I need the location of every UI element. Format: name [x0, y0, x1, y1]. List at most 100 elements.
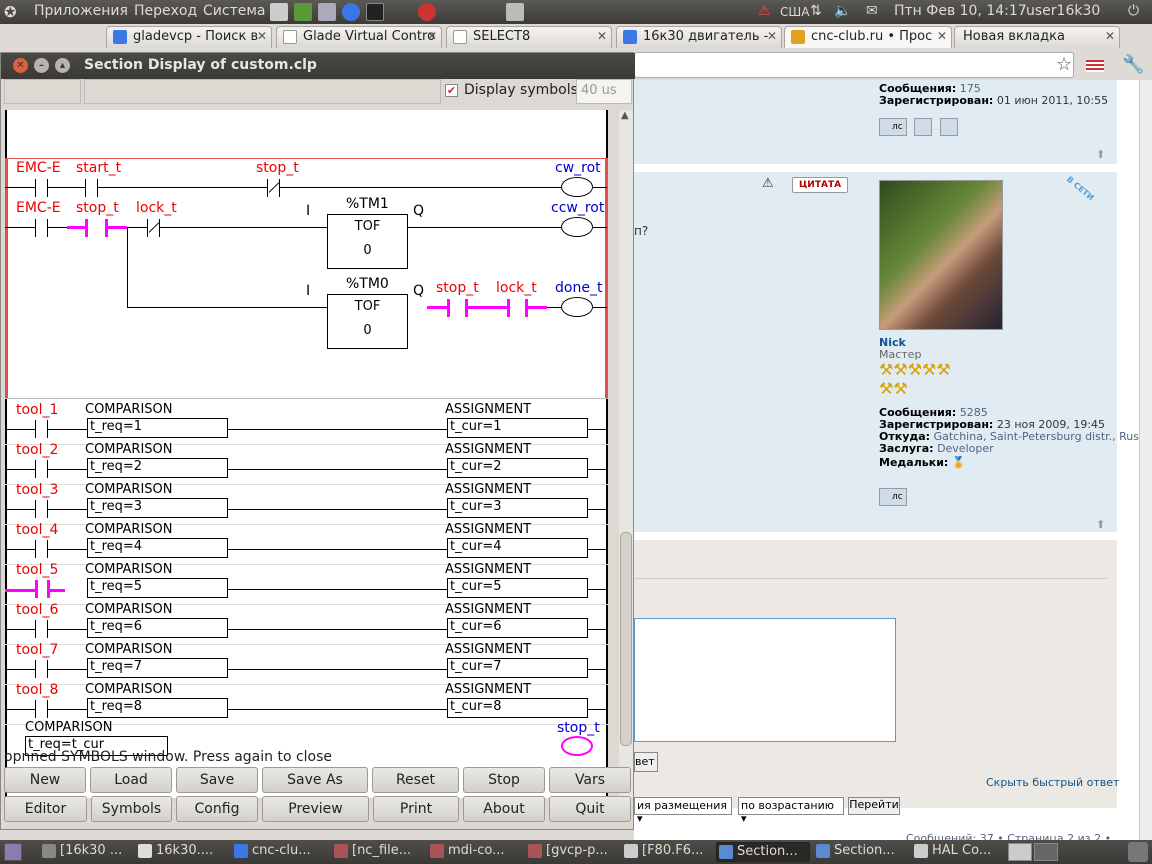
trash-icon[interactable] — [1128, 842, 1148, 862]
taskbar-item[interactable]: Section... — [716, 842, 810, 862]
submit-button[interactable]: вет — [634, 752, 658, 772]
taskbar-item[interactable]: [gvcp-p... — [526, 842, 620, 862]
star-icon[interactable]: ☆ — [1056, 54, 1072, 75]
settings-launcher-icon[interactable] — [318, 3, 336, 21]
taskbar-item[interactable]: 16k30.... — [136, 842, 230, 862]
skype-icon[interactable] — [940, 118, 958, 136]
editor-launcher-icon[interactable] — [270, 3, 288, 21]
reply-textarea[interactable] — [634, 618, 896, 742]
assignment-title: ASSIGNMENT — [445, 522, 532, 537]
load-button[interactable]: Load — [90, 767, 172, 793]
download-icon[interactable] — [506, 3, 524, 21]
taskbar-item[interactable]: cnc-clu... — [232, 842, 326, 862]
sort-order-select[interactable]: по возрастанию ▾ — [738, 797, 844, 825]
show-desktop-icon[interactable] — [4, 843, 22, 861]
rung-highlight — [5, 158, 608, 398]
ladder-scrollbar[interactable]: ▲ ▼ — [619, 110, 633, 798]
tab-select8[interactable]: SELECT8 ✕ — [446, 26, 612, 48]
vars-button[interactable]: Vars — [549, 767, 631, 793]
page-scrollbar[interactable] — [1139, 80, 1152, 840]
app-icon — [234, 844, 248, 858]
icq-icon[interactable] — [914, 118, 932, 136]
hide-quick-reply-link[interactable]: Скрыть быстрый ответ — [986, 776, 1119, 789]
menu-applications[interactable]: Приложения — [34, 3, 128, 19]
user-name[interactable]: user16k30 — [1026, 3, 1100, 19]
sort-field-select[interactable]: ия размещения ▾ — [634, 797, 732, 825]
save-button[interactable]: Save — [176, 767, 258, 793]
taskbar-item[interactable]: [nc_file... — [332, 842, 426, 862]
workspace-1[interactable] — [1008, 843, 1032, 861]
taskbar-item[interactable]: [F80.F6... — [622, 842, 716, 862]
mail-icon[interactable]: ✉ — [866, 3, 878, 19]
taskbar-item[interactable]: [16k30 ... — [40, 842, 134, 862]
reset-button[interactable]: Reset — [372, 767, 459, 793]
network-icon[interactable]: ⇅ — [810, 3, 822, 19]
contact-active — [85, 219, 88, 237]
report-icon[interactable]: ⚠ — [762, 176, 774, 191]
window-titlebar[interactable]: ✕ – ▴ Section Display of custom.clp — [1, 53, 635, 79]
menu-system[interactable]: Система — [203, 3, 265, 19]
terminal-launcher-icon[interactable] — [366, 3, 384, 21]
workspace-2[interactable] — [1034, 843, 1058, 861]
preview-button[interactable]: Preview — [262, 796, 369, 822]
clock[interactable]: Птн Фев 10, 14:17 — [894, 3, 1027, 19]
stop-icon[interactable] — [418, 3, 436, 21]
maximize-icon[interactable]: ▴ — [55, 58, 70, 73]
calc-launcher-icon[interactable] — [294, 3, 312, 21]
quit-button[interactable]: Quit — [549, 796, 631, 822]
ubuntu-logo-icon[interactable]: ✪ — [4, 3, 17, 21]
about-button[interactable]: About — [463, 796, 545, 822]
menu-places[interactable]: Переход — [134, 3, 197, 19]
new-button[interactable]: New — [4, 767, 86, 793]
display-symbols-label[interactable]: Display symbols — [464, 82, 578, 98]
pm-button[interactable]: лс — [879, 118, 907, 136]
chrome-launcher-icon[interactable] — [342, 3, 360, 21]
editor-button[interactable]: Editor — [4, 796, 87, 822]
wire — [588, 469, 607, 470]
config-button[interactable]: Config — [176, 796, 258, 822]
close-icon[interactable]: ✕ — [1105, 29, 1115, 43]
wrench-icon[interactable]: 🔧 — [1122, 54, 1144, 75]
taskbar-item[interactable]: Section... — [814, 842, 908, 862]
close-icon[interactable]: ✕ — [767, 29, 777, 43]
save-as-button[interactable]: Save As — [262, 767, 368, 793]
assignment-title: ASSIGNMENT — [445, 482, 532, 497]
tab-16k30[interactable]: 16к30 двигатель - ✕ — [616, 26, 782, 48]
coil-label: cw_rot — [555, 160, 601, 176]
close-icon[interactable]: ✕ — [597, 29, 607, 43]
taskbar-item[interactable]: mdi-co... — [428, 842, 522, 862]
symbols-button[interactable]: Symbols — [91, 796, 172, 822]
tab-new[interactable]: Новая вкладка ✕ — [954, 26, 1120, 48]
stop-button[interactable]: Stop — [463, 767, 545, 793]
pm-button[interactable]: лс — [879, 488, 907, 506]
keyboard-layout[interactable]: США — [780, 5, 809, 19]
tab-gladevcp[interactable]: gladevcp - Поиск в ✕ — [106, 26, 272, 48]
minimize-icon[interactable]: – — [34, 58, 49, 73]
volume-icon[interactable]: 🔈 — [834, 3, 851, 19]
go-button[interactable]: Перейти — [848, 797, 900, 815]
ladder-canvas[interactable]: EMC-E start_t stop_t cw_rot EMC-E stop_t… — [5, 110, 608, 798]
refresh-rate-field[interactable]: 40 us — [576, 79, 632, 104]
scroll-thumb[interactable] — [620, 532, 632, 746]
tab-glade[interactable]: Glade Virtual Contro ✕ — [276, 26, 442, 48]
top-arrow-icon[interactable]: ⬆ — [1096, 518, 1105, 531]
quote-button[interactable]: ЦИТАТА — [792, 177, 848, 193]
address-bar[interactable] — [634, 52, 1074, 78]
power-icon[interactable]: ⏻ — [1128, 3, 1139, 19]
taskbar-item[interactable]: HAL Co... — [912, 842, 1006, 862]
contact-label: tool_4 — [16, 522, 59, 538]
print-button[interactable]: Print — [373, 796, 459, 822]
contact-no — [35, 580, 38, 598]
close-icon[interactable]: ✕ — [13, 58, 28, 73]
tab-cnc-club[interactable]: cnc-club.ru • Прос ✕ — [784, 26, 952, 48]
assignment-box: t_cur=8 — [447, 698, 588, 718]
warning-icon[interactable]: ⚠ — [758, 3, 771, 19]
display-symbols-checkbox[interactable]: ✔ — [445, 84, 458, 97]
top-arrow-icon[interactable]: ⬆ — [1096, 148, 1105, 161]
close-icon[interactable]: ✕ — [937, 29, 947, 43]
close-icon[interactable]: ✕ — [257, 29, 267, 43]
scroll-up-icon[interactable]: ▲ — [621, 110, 629, 121]
post-text-fragment: п? — [634, 224, 649, 238]
close-icon[interactable]: ✕ — [427, 29, 437, 43]
flag-icon[interactable] — [1086, 60, 1104, 72]
